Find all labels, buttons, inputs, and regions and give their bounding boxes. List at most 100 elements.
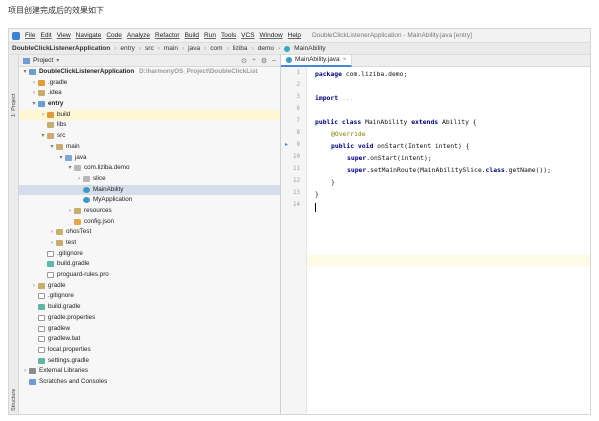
line-number: 8: [296, 130, 301, 136]
tree-item[interactable]: ▾ java: [19, 153, 280, 164]
tree-item[interactable]: › slice: [19, 174, 280, 185]
menu-window[interactable]: Window: [260, 32, 283, 39]
tree-item[interactable]: build.gradle: [19, 302, 280, 313]
tree-item[interactable]: settings.gradle: [19, 356, 280, 367]
line-number: 3: [296, 94, 301, 100]
tree-item[interactable]: › .gradle: [19, 78, 280, 89]
tree-item[interactable]: gradle.properties: [19, 313, 280, 324]
collapse-all-icon[interactable]: ÷: [252, 57, 256, 65]
crumb-separator: ›: [251, 45, 254, 52]
project-view-selector[interactable]: Project: [33, 57, 53, 64]
crumb-separator: ›: [277, 45, 281, 52]
code-line: public void onStart(Intent intent) {: [331, 142, 470, 150]
code-line: super.setMainRoute(MainAbilitySlice.clas…: [347, 166, 551, 174]
tree-item[interactable]: ▾ entry: [19, 99, 280, 110]
tree-item[interactable]: ▾ com.liziba.demo: [19, 163, 280, 174]
project-panel-header: Project ▾ ⊙ ÷ ⚙ –: [19, 55, 280, 67]
tree-item[interactable]: .gitignore: [19, 291, 280, 302]
menu-edit[interactable]: Edit: [40, 32, 51, 39]
tree-item[interactable]: ▾ DoubleClickListenerApplication D:\harmon…: [19, 67, 280, 78]
left-tool-strip: 1: Project Structure: [9, 55, 19, 414]
crumb-project[interactable]: DoubleClickListenerApplication: [12, 45, 110, 52]
crumb-java[interactable]: java: [188, 45, 200, 52]
line-number: 12: [293, 178, 300, 184]
crumb-separator: ›: [138, 45, 142, 52]
editor-tab-bar: MainAbility.java ×: [281, 54, 590, 67]
menu-file[interactable]: File: [25, 32, 35, 39]
tree-item[interactable]: config.json: [19, 217, 280, 228]
menu-view[interactable]: View: [57, 32, 71, 39]
tree-item[interactable]: › External Libraries: [19, 366, 280, 377]
tree-item[interactable]: build.gradle: [19, 259, 280, 270]
crumb-demo[interactable]: demo: [258, 45, 274, 52]
menu-code[interactable]: Code: [106, 32, 122, 39]
menu-build[interactable]: Build: [185, 32, 199, 39]
breadcrumb: DoubleClickListenerApplication › entry ›…: [9, 42, 590, 55]
menu-analyze[interactable]: Analyze: [127, 32, 150, 39]
tree-item[interactable]: ▾ src: [19, 131, 280, 142]
line-number: 10: [293, 154, 300, 160]
project-tree: ▾ DoubleClickListenerApplication D:\harmon…: [19, 67, 280, 388]
line-number: 2: [296, 82, 301, 88]
menu-vcs[interactable]: VCS: [241, 32, 254, 39]
crumb-main[interactable]: main: [164, 45, 178, 52]
line-number: 7: [296, 118, 301, 124]
crumb-mainability[interactable]: MainAbility: [294, 45, 325, 52]
class-icon: [284, 45, 291, 52]
crumb-separator: ›: [226, 45, 229, 52]
line-number: 9: [296, 142, 301, 148]
crumb-separator: ›: [181, 45, 185, 52]
line-number: 1: [296, 70, 301, 76]
menu-tools[interactable]: Tools: [221, 32, 236, 39]
code-line: @Override: [331, 130, 366, 138]
tree-item[interactable]: MyApplication: [19, 195, 280, 206]
window-title: DoubleClickListenerApplication - MainAbi…: [312, 32, 472, 39]
tree-item[interactable]: › test: [19, 238, 280, 249]
chevron-down-icon[interactable]: ▾: [56, 57, 59, 64]
tree-item[interactable]: › resources: [19, 206, 280, 217]
crumb-com[interactable]: com: [210, 45, 222, 52]
tree-item[interactable]: › gradle: [19, 281, 280, 292]
tree-item[interactable]: Scratches and Consoles: [19, 377, 280, 388]
tree-item[interactable]: › build: [19, 109, 280, 121]
line-number: 13: [293, 190, 300, 196]
project-tool-tab[interactable]: 1: Project: [11, 94, 17, 117]
crumb-separator: ›: [157, 45, 160, 52]
page-caption: 项目创建完成后的效果如下: [8, 6, 104, 15]
crumb-entry[interactable]: entry: [120, 45, 134, 52]
menu-help[interactable]: Help: [288, 32, 301, 39]
gear-icon[interactable]: ⚙: [261, 57, 267, 65]
tree-item[interactable]: gradlew: [19, 324, 280, 335]
tree-item[interactable]: local.properties: [19, 345, 280, 356]
tree-item[interactable]: › .idea: [19, 88, 280, 99]
code-line: public class MainAbility extends Ability…: [315, 118, 477, 126]
structure-tool-tab[interactable]: Structure: [11, 389, 17, 411]
code-line: }: [331, 178, 335, 186]
line-number: 14: [293, 202, 300, 208]
tab-label: MainAbility.java: [295, 56, 340, 63]
tree-item[interactable]: proguard-rules.pro: [19, 270, 280, 281]
crumb-src[interactable]: src: [145, 45, 154, 52]
close-icon[interactable]: ×: [343, 56, 347, 63]
code-line: super.onStart(intent);: [347, 154, 432, 162]
tree-item[interactable]: ▾ main: [19, 142, 280, 153]
minimize-icon[interactable]: –: [272, 57, 276, 65]
java-class-icon: [286, 56, 292, 63]
tab-mainability-java[interactable]: MainAbility.java ×: [281, 54, 353, 67]
tree-item[interactable]: libs: [19, 120, 280, 131]
tree-item[interactable]: gradlew.bat: [19, 334, 280, 345]
override-marker-icon[interactable]: ▸: [285, 141, 288, 148]
line-gutter: 1 2 3 6 7 8 9 10 11 12 13 14 ▸: [281, 67, 307, 414]
crumb-liziba[interactable]: liziba: [233, 45, 248, 52]
menu-navigate[interactable]: Navigate: [76, 32, 102, 39]
tree-item-selected[interactable]: MainAbility: [19, 184, 280, 196]
tree-item[interactable]: .gitignore: [19, 249, 280, 260]
code-line: import ...: [315, 94, 354, 102]
locate-icon[interactable]: ⊙: [241, 57, 247, 65]
ide-window: File Edit View Navigate Code Analyze Ref…: [8, 28, 591, 415]
menu-bar: File Edit View Navigate Code Analyze Ref…: [9, 29, 590, 42]
tree-item[interactable]: › ohosTest: [19, 227, 280, 238]
menu-refactor[interactable]: Refactor: [155, 32, 180, 39]
code-line: }: [315, 190, 319, 198]
menu-run[interactable]: Run: [204, 32, 216, 39]
